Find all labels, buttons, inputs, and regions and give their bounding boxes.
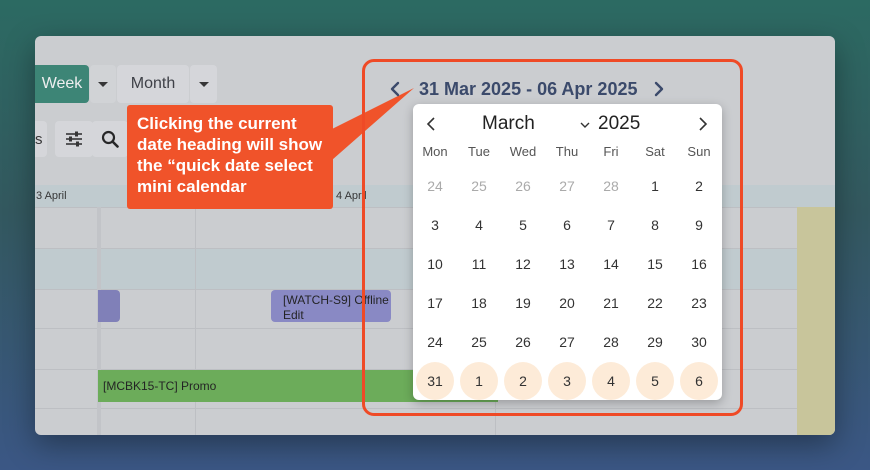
mini-calendar-day[interactable]: 28 xyxy=(592,167,630,205)
month-view-dropdown[interactable] xyxy=(190,65,217,103)
mini-calendar-day[interactable]: 15 xyxy=(636,245,674,283)
weekday-label: Thu xyxy=(555,144,579,159)
mini-calendar-header: March 2025 xyxy=(413,110,722,138)
mini-calendar-day[interactable]: 19 xyxy=(504,284,542,322)
truncated-tool-label: s xyxy=(35,130,43,148)
chevron-down-icon xyxy=(198,81,209,87)
next-week-button[interactable] xyxy=(649,79,669,99)
weekday-label: Sat xyxy=(645,144,665,159)
mini-calendar-day[interactable]: 28 xyxy=(592,323,630,361)
weekday-label: Tue xyxy=(468,144,490,159)
mini-calendar-day[interactable]: 5 xyxy=(504,206,542,244)
mini-calendar-day[interactable]: 6 xyxy=(548,206,586,244)
sliders-icon xyxy=(66,131,82,147)
mini-calendar-day[interactable]: 26 xyxy=(504,323,542,361)
mini-calendar-day[interactable]: 21 xyxy=(592,284,630,322)
mini-calendar-day[interactable]: 12 xyxy=(504,245,542,283)
mini-calendar-day[interactable]: 26 xyxy=(504,167,542,205)
mini-prev-month-button[interactable] xyxy=(423,116,439,132)
mini-calendar-day[interactable]: 24 xyxy=(416,323,454,361)
mini-calendar-day[interactable]: 24 xyxy=(416,167,454,205)
month-view-button[interactable]: Month xyxy=(117,65,189,103)
mini-calendar-day[interactable]: 4 xyxy=(460,206,498,244)
mini-calendar-day[interactable]: 2 xyxy=(504,362,542,400)
mini-calendar-day[interactable]: 4 xyxy=(592,362,630,400)
mini-calendar-day[interactable]: 22 xyxy=(636,284,674,322)
mini-calendar-day[interactable]: 25 xyxy=(460,167,498,205)
annotation-callout: Clicking the current date heading will s… xyxy=(127,105,333,209)
mini-month-select[interactable]: March xyxy=(482,113,535,135)
mini-calendar-day[interactable]: 17 xyxy=(416,284,454,322)
chevron-left-icon xyxy=(426,117,435,131)
mini-calendar-day[interactable]: 2 xyxy=(680,167,718,205)
event-purple[interactable] xyxy=(98,290,120,322)
search-icon xyxy=(101,130,119,148)
mini-next-month-button[interactable] xyxy=(695,116,711,132)
mini-year-select[interactable]: 2025 xyxy=(598,113,640,135)
week-view-dropdown[interactable] xyxy=(90,65,116,103)
mini-calendar-day[interactable]: 31 xyxy=(416,362,454,400)
day-header-3-april: 3 April xyxy=(36,190,67,202)
mini-calendar-day[interactable]: 30 xyxy=(680,323,718,361)
date-heading-bar: 31 Mar 2025 - 06 Apr 2025 xyxy=(385,75,669,103)
mini-calendar-day[interactable]: 18 xyxy=(460,284,498,322)
mini-calendar-day[interactable]: 5 xyxy=(636,362,674,400)
mini-calendar-day[interactable]: 7 xyxy=(592,206,630,244)
mini-calendar-day[interactable]: 9 xyxy=(680,206,718,244)
mini-calendar-day[interactable]: 14 xyxy=(592,245,630,283)
weekday-header-row: Mon Tue Wed Thu Fri Sat Sun xyxy=(413,144,722,160)
mini-calendar-day[interactable]: 16 xyxy=(680,245,718,283)
mini-calendar-day[interactable]: 6 xyxy=(680,362,718,400)
mini-calendar-day[interactable]: 27 xyxy=(548,323,586,361)
mini-calendar-day[interactable]: 25 xyxy=(460,323,498,361)
mini-calendar-day[interactable]: 23 xyxy=(680,284,718,322)
chevron-down-icon[interactable] xyxy=(579,118,591,130)
mini-calendar-day[interactable]: 11 xyxy=(460,245,498,283)
chevron-right-icon xyxy=(699,117,708,131)
week-view-label: Week xyxy=(41,75,83,92)
mini-calendar-day[interactable]: 27 xyxy=(548,167,586,205)
quick-date-mini-calendar: March 2025 Mon Tue Wed Thu Fri Sat Sun 24 25 26 2… xyxy=(413,104,722,400)
previous-week-button[interactable] xyxy=(385,79,405,99)
mini-calendar-day[interactable]: 3 xyxy=(548,362,586,400)
week-view-button[interactable]: Week xyxy=(35,65,89,103)
mini-calendar-day[interactable]: 10 xyxy=(416,245,454,283)
weekday-label: Fri xyxy=(603,144,619,159)
weekday-label: Sun xyxy=(687,144,711,159)
mini-calendar-day[interactable]: 20 xyxy=(548,284,586,322)
callout-text: Clicking the current date heading will s… xyxy=(137,114,323,196)
chevron-right-icon xyxy=(655,81,664,97)
mini-calendar-day[interactable]: 13 xyxy=(548,245,586,283)
mini-calendar-day[interactable]: 1 xyxy=(636,167,674,205)
event-label: [MCBK15-TC] Promo xyxy=(103,379,217,393)
filter-settings-button[interactable] xyxy=(55,121,93,157)
month-view-label: Month xyxy=(130,75,176,92)
mini-calendar-day[interactable]: 3 xyxy=(416,206,454,244)
weekend-column xyxy=(797,207,835,435)
weekday-label: Wed xyxy=(509,144,537,159)
chevron-left-icon xyxy=(390,81,400,97)
truncated-tool-button[interactable]: s xyxy=(35,121,47,157)
current-date-heading[interactable]: 31 Mar 2025 - 06 Apr 2025 xyxy=(419,79,637,100)
chevron-down-icon xyxy=(98,81,108,87)
mini-calendar-day[interactable]: 1 xyxy=(460,362,498,400)
search-button[interactable] xyxy=(92,121,128,157)
weekday-label: Mon xyxy=(422,144,448,159)
mini-calendar-day[interactable]: 29 xyxy=(636,323,674,361)
mini-calendar-day[interactable]: 8 xyxy=(636,206,674,244)
